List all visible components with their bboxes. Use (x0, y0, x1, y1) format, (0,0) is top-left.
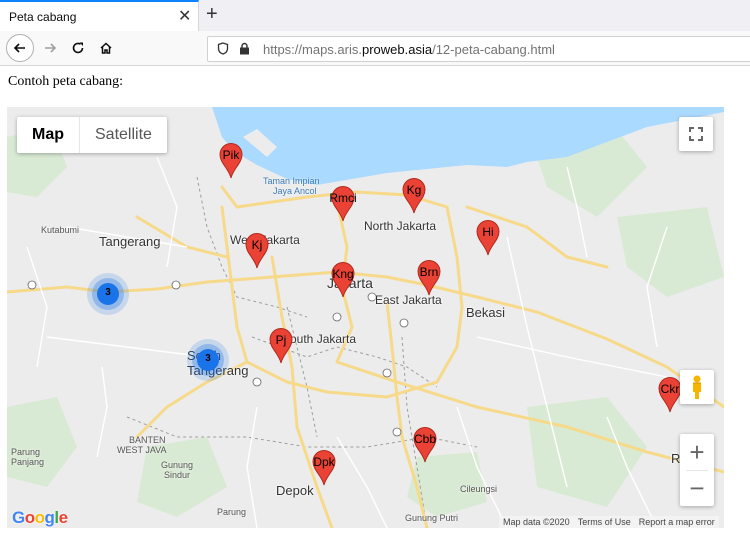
map-canvas[interactable]: Taman Impian Jaya Ancol North Jakarta Ku… (7, 107, 724, 528)
marker-label: Hi (482, 225, 494, 239)
cluster-count: 3 (105, 287, 111, 298)
place-label: BANTEN (129, 435, 166, 445)
marker-label: Dpk (313, 455, 335, 469)
google-logo[interactable]: Google (12, 508, 68, 528)
report-error-link[interactable]: Report a map error (639, 516, 715, 528)
branch-marker-pj[interactable]: Pj (269, 328, 293, 364)
shield-icon[interactable] (217, 42, 229, 58)
street-view-pegman[interactable] (680, 370, 714, 404)
marker-label: Brn (419, 265, 439, 279)
back-button[interactable] (6, 34, 34, 62)
place-label: Depok (276, 483, 314, 498)
place-label: North Jakarta (364, 219, 437, 233)
arrow-left-icon (13, 43, 25, 53)
branch-marker-brn[interactable]: Brn (417, 260, 441, 296)
place-label: Parung (217, 507, 247, 517)
close-tab-icon[interactable]: ✕ (178, 6, 191, 26)
pegman-icon (693, 375, 701, 399)
home-button[interactable] (94, 36, 118, 60)
zoom-out-button[interactable]: − (680, 470, 714, 506)
forward-button[interactable] (38, 36, 62, 60)
marker-label: Pj (275, 333, 287, 347)
navigation-toolbar: https://maps.aris.proweb.asia/12-peta-ca… (0, 31, 750, 66)
reload-button[interactable] (66, 36, 90, 60)
branch-marker-cbb[interactable]: Cbb (413, 427, 437, 463)
terms-link[interactable]: Terms of Use (578, 516, 631, 528)
branch-marker-rmci[interactable]: Rmci (329, 186, 357, 222)
branch-marker-ckr[interactable]: Ckr (658, 377, 682, 413)
marker-label: Kj (251, 238, 263, 252)
place-label: Gunung Putri (405, 513, 459, 523)
branch-marker-kng[interactable]: Kng (331, 262, 355, 298)
map-type-control: Map Satellite (17, 117, 167, 153)
place-label: WEST JAVA (117, 445, 167, 455)
branch-marker-kg[interactable]: Kg (402, 178, 426, 214)
place-label: Jaya Ancol (273, 186, 317, 196)
marker-label: Kng (332, 267, 354, 281)
place-label: Parung Panjang (11, 447, 45, 467)
cluster-count: 3 (205, 353, 211, 364)
url-bar[interactable]: https://maps.aris.proweb.asia/12-peta-ca… (207, 36, 750, 62)
arrow-right-icon (45, 43, 57, 53)
browser-tab[interactable]: Peta cabang ✕ (0, 0, 199, 31)
marker-label: Rmci (329, 191, 357, 205)
place-label: Kutabumi (41, 225, 80, 235)
lock-icon[interactable] (239, 42, 250, 58)
branch-marker-kj[interactable]: Kj (245, 233, 269, 269)
new-tab-icon[interactable]: + (206, 3, 218, 26)
marker-label: Kg (406, 183, 422, 197)
marker-label: Pik (222, 148, 240, 162)
place-label: Taman Impian (263, 176, 320, 186)
marker-label: Cbb (413, 432, 436, 446)
page-heading: Contoh peta cabang: (8, 74, 124, 89)
url-host: proweb.asia (361, 42, 433, 57)
url-prefix: https://maps.aris. (263, 42, 362, 57)
reload-icon (72, 42, 84, 54)
place-label: Gunung Sindur (160, 460, 194, 480)
home-icon (100, 42, 112, 54)
zoom-in-button[interactable]: + (680, 434, 714, 470)
map-attribution: Map data ©2020 Terms of Use Report a map… (499, 516, 719, 528)
tab-bar: Peta cabang ✕ + (0, 0, 750, 31)
fullscreen-icon (689, 127, 703, 141)
place-label: Tangerang (99, 234, 161, 249)
map-base-layer (7, 107, 724, 528)
url-path: /12-peta-cabang.html (432, 42, 555, 57)
marker-cluster[interactable]: 3 (86, 272, 130, 316)
map-data-credit[interactable]: Map data ©2020 (503, 516, 570, 528)
place-label: Cileungsi (460, 484, 498, 494)
tab-title: Peta cabang (9, 10, 77, 24)
branch-marker-pik[interactable]: Pik (219, 143, 243, 179)
fullscreen-button[interactable] (679, 117, 713, 151)
marker-cluster[interactable]: 3 (186, 338, 230, 382)
map-type-satellite-button[interactable]: Satellite (79, 117, 167, 153)
branch-marker-hi[interactable]: Hi (476, 220, 500, 256)
zoom-control: + − (680, 434, 714, 506)
map-type-map-button[interactable]: Map (17, 117, 79, 153)
url-text[interactable]: https://maps.aris.proweb.asia/12-peta-ca… (263, 42, 555, 57)
place-label: Bekasi (466, 305, 506, 320)
branch-marker-dpk[interactable]: Dpk (312, 450, 336, 486)
